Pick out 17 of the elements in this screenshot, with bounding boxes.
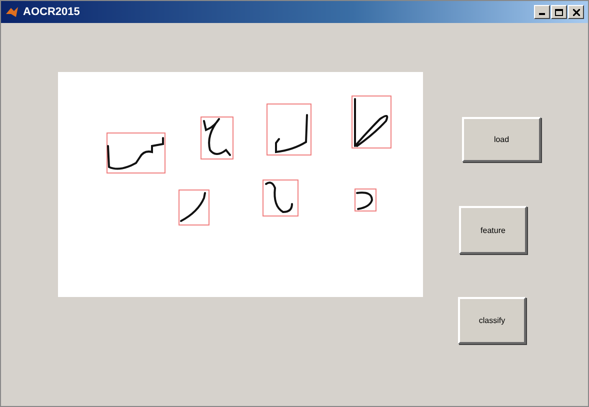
close-icon	[572, 8, 580, 16]
action-button[interactable]: classify	[458, 297, 526, 344]
segmented-character-drawing	[262, 180, 298, 216]
segmented-character-drawing	[106, 132, 166, 174]
segmented-character-drawing	[266, 104, 312, 156]
action-button[interactable]: feature	[459, 206, 527, 254]
segmented-character-drawing	[354, 188, 376, 212]
maximize-icon	[555, 8, 563, 16]
action-button[interactable]: load	[462, 117, 541, 162]
app-icon	[5, 5, 19, 19]
minimize-button[interactable]	[534, 5, 550, 19]
window-title: AOCR2015	[23, 6, 81, 18]
segmented-character-drawing	[200, 116, 234, 160]
maximize-button[interactable]	[551, 5, 567, 19]
close-button[interactable]	[568, 5, 584, 19]
segmented-character-drawing	[352, 96, 392, 148]
segmented-character-drawing	[178, 190, 210, 226]
